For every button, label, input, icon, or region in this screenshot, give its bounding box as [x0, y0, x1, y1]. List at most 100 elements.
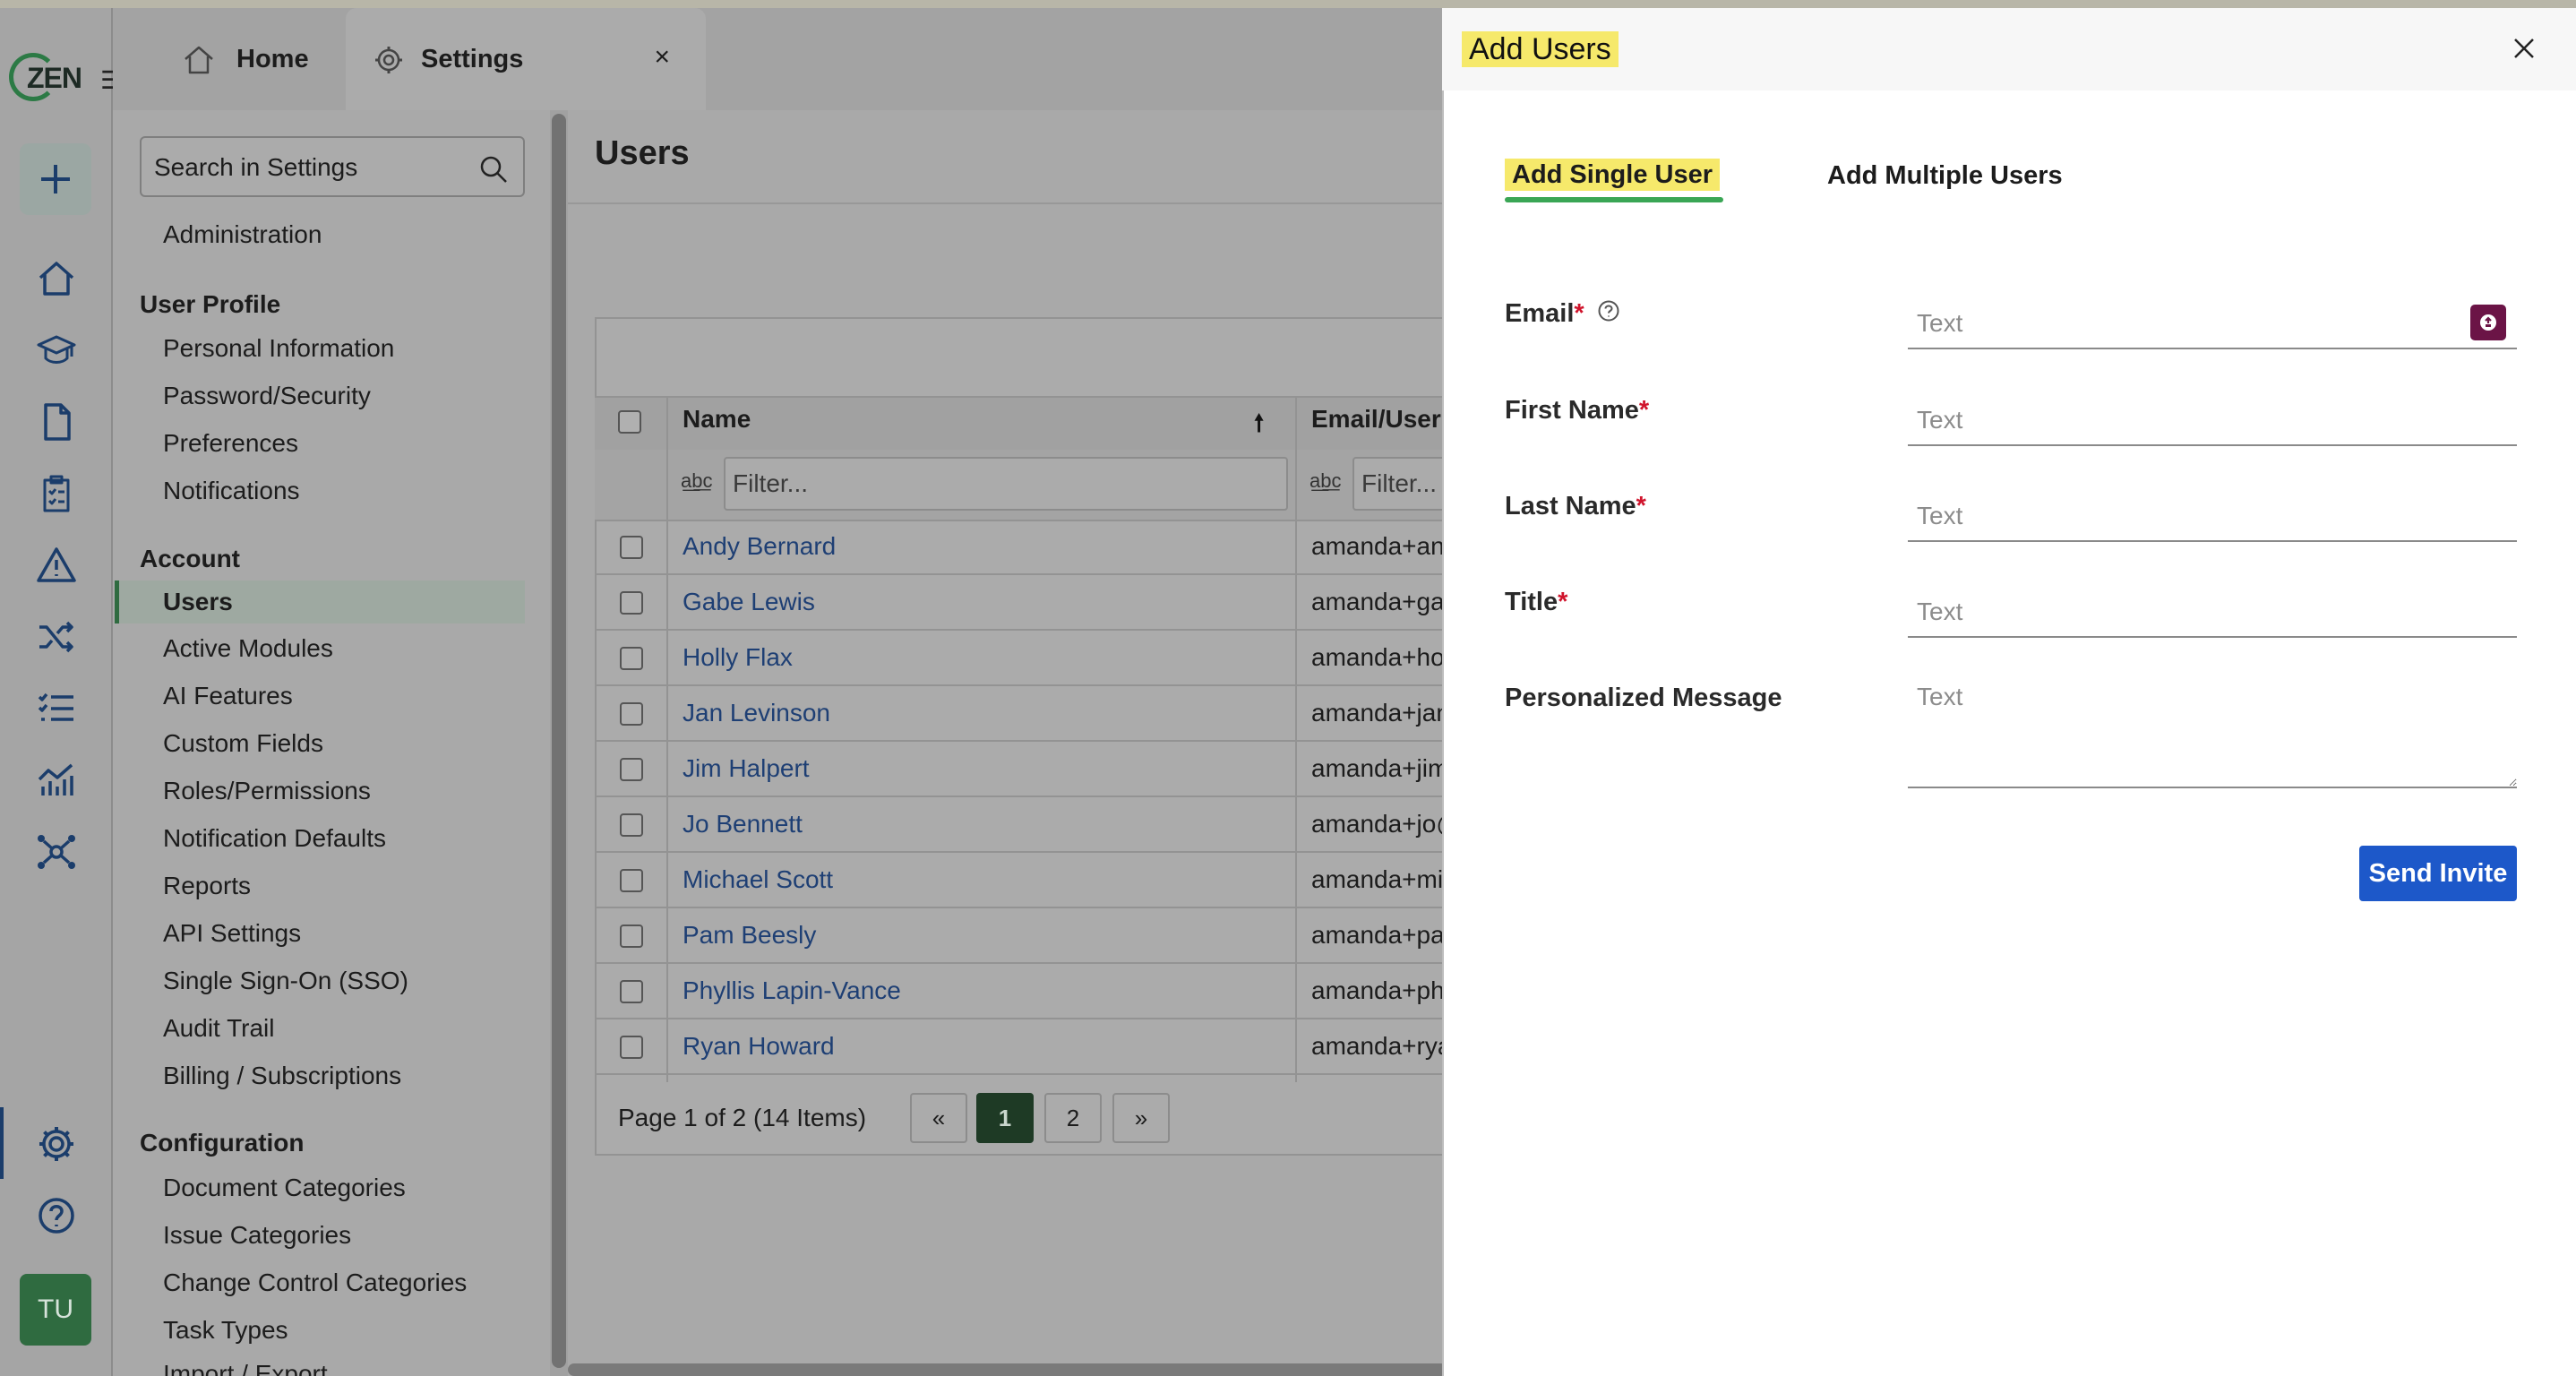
- nav-roles-permissions[interactable]: Roles/Permissions: [163, 777, 371, 805]
- nav-api-settings[interactable]: API Settings: [163, 919, 301, 948]
- user-name-link[interactable]: Gabe Lewis: [683, 588, 815, 616]
- tab-add-single-user[interactable]: Add Single User: [1505, 158, 1720, 192]
- row-checkbox[interactable]: [620, 702, 643, 726]
- row-checkbox[interactable]: [620, 591, 643, 615]
- table-row[interactable]: Pam Beesly amanda+par: [595, 908, 1453, 964]
- name-filter-input[interactable]: [724, 457, 1288, 511]
- nav-document-categories[interactable]: Document Categories: [163, 1174, 406, 1202]
- column-header-email[interactable]: Email/UserI: [1311, 405, 1448, 434]
- tab-close-icon[interactable]: ×: [654, 42, 670, 73]
- nav-billing-subscriptions[interactable]: Billing / Subscriptions: [163, 1062, 401, 1090]
- warning-triangle-icon[interactable]: [34, 543, 79, 588]
- nav-import-export[interactable]: Import / Export: [163, 1360, 328, 1376]
- nav-password-security[interactable]: Password/Security: [163, 382, 371, 410]
- personalized-message-field[interactable]: [1908, 675, 2517, 788]
- select-all-checkbox[interactable]: [618, 410, 641, 434]
- document-icon[interactable]: [34, 400, 79, 444]
- nav-task-types[interactable]: Task Types: [163, 1316, 288, 1345]
- table-row[interactable]: Ryan Howard amanda+rya: [595, 1019, 1451, 1075]
- email-filter-input[interactable]: [1352, 457, 1447, 511]
- nav-users[interactable]: Users: [163, 588, 233, 616]
- user-name-link[interactable]: Jim Halpert: [683, 754, 810, 783]
- nav-change-control-categories[interactable]: Change Control Categories: [163, 1268, 467, 1297]
- pager-page-1[interactable]: 1: [976, 1093, 1034, 1143]
- close-icon[interactable]: [2508, 32, 2540, 64]
- nav-ai-features[interactable]: AI Features: [163, 682, 293, 710]
- pager-prev-button[interactable]: «: [910, 1093, 967, 1143]
- clipboard-checklist-icon[interactable]: [34, 471, 79, 516]
- nav-heading-configuration: Configuration: [140, 1129, 305, 1157]
- text-filter-icon[interactable]: a͟b͟c: [681, 469, 712, 493]
- row-checkbox[interactable]: [620, 813, 643, 837]
- search-icon[interactable]: [478, 154, 509, 189]
- nav-issue-categories[interactable]: Issue Categories: [163, 1221, 351, 1250]
- nav-audit-trail[interactable]: Audit Trail: [163, 1014, 275, 1043]
- user-name-link[interactable]: Pam Beesly: [683, 921, 816, 950]
- table-row[interactable]: Phyllis Lapin-Vance amanda+phy: [595, 964, 1457, 1019]
- pager-page-2[interactable]: 2: [1044, 1093, 1102, 1143]
- help-circle-icon[interactable]: [1597, 299, 1620, 330]
- last-name-field[interactable]: [1908, 492, 2517, 542]
- table-row[interactable]: Jan Levinson amanda+jan: [595, 686, 1450, 742]
- user-name-link[interactable]: Jo Bennett: [683, 810, 803, 838]
- network-hub-icon[interactable]: [34, 830, 79, 874]
- analytics-chart-icon[interactable]: [34, 758, 79, 803]
- row-checkbox[interactable]: [620, 924, 643, 948]
- nav-personal-information[interactable]: Personal Information: [163, 334, 394, 363]
- table-row[interactable]: Jim Halpert amanda+jim: [595, 742, 1448, 797]
- task-list-icon[interactable]: [34, 686, 79, 731]
- create-button[interactable]: [20, 143, 91, 215]
- sidebar-scrollbar[interactable]: [550, 110, 568, 1376]
- sidebar-scrollbar-thumb[interactable]: [552, 114, 566, 1368]
- help-circle-icon[interactable]: [34, 1193, 79, 1238]
- home-icon[interactable]: [34, 256, 79, 301]
- row-checkbox[interactable]: [620, 1036, 643, 1059]
- text-filter-icon[interactable]: a͟b͟c: [1309, 469, 1341, 493]
- table-row[interactable]: Michael Scott amanda+mic: [595, 853, 1455, 908]
- row-checkbox[interactable]: [620, 980, 643, 1003]
- nav-preferences[interactable]: Preferences: [163, 429, 298, 458]
- shuffle-icon[interactable]: [34, 615, 79, 659]
- user-name-link[interactable]: Michael Scott: [683, 865, 833, 894]
- user-name-link[interactable]: Ryan Howard: [683, 1032, 835, 1061]
- user-avatar[interactable]: TU: [20, 1274, 91, 1346]
- table-row[interactable]: Jo Bennett amanda+jo@: [595, 797, 1462, 853]
- sort-ascending-icon[interactable]: 🠕: [1254, 407, 1264, 446]
- settings-search[interactable]: [140, 136, 525, 197]
- home-icon: [183, 44, 215, 83]
- nav-administration[interactable]: Administration: [163, 220, 322, 249]
- title-field[interactable]: [1908, 588, 2517, 638]
- gear-icon[interactable]: [34, 1122, 79, 1166]
- tab-add-multiple-users[interactable]: Add Multiple Users: [1827, 161, 2063, 191]
- zen-logo[interactable]: ZEN: [9, 53, 82, 101]
- nav-notifications[interactable]: Notifications: [163, 477, 300, 505]
- nav-sso[interactable]: Single Sign-On (SSO): [163, 967, 408, 995]
- nav-reports[interactable]: Reports: [163, 872, 251, 900]
- row-checkbox[interactable]: [620, 536, 643, 559]
- password-manager-icon[interactable]: [2470, 305, 2506, 340]
- graduation-cap-icon[interactable]: [34, 328, 79, 373]
- tab-settings[interactable]: Settings ×: [346, 8, 706, 110]
- column-header-name[interactable]: Name: [683, 405, 751, 434]
- user-name-link[interactable]: Phyllis Lapin-Vance: [683, 976, 901, 1005]
- row-checkbox[interactable]: [620, 647, 643, 670]
- table-row[interactable]: Andy Bernard amanda+and: [595, 520, 1458, 575]
- first-name-field[interactable]: [1908, 396, 2517, 446]
- tab-home[interactable]: Home: [170, 8, 349, 110]
- row-checkbox[interactable]: [620, 869, 643, 892]
- drawer-title: Add Users: [1462, 31, 1619, 67]
- table-row[interactable]: Holly Flax amanda+ho: [595, 631, 1447, 686]
- user-name-link[interactable]: Holly Flax: [683, 643, 793, 672]
- send-invite-button[interactable]: Send Invite: [2359, 846, 2517, 901]
- settings-search-input[interactable]: [154, 147, 477, 188]
- nav-notification-defaults[interactable]: Notification Defaults: [163, 824, 386, 853]
- user-name-link[interactable]: Andy Bernard: [683, 532, 836, 561]
- table-row[interactable]: Gabe Lewis amanda+gab: [595, 575, 1458, 631]
- user-name-link[interactable]: Jan Levinson: [683, 699, 830, 727]
- nav-active-modules[interactable]: Active Modules: [163, 634, 333, 663]
- nav-custom-fields[interactable]: Custom Fields: [163, 729, 323, 758]
- email-field[interactable]: [1908, 299, 2517, 349]
- pager-next-button[interactable]: »: [1112, 1093, 1170, 1143]
- row-checkbox[interactable]: [620, 758, 643, 781]
- horizontal-scrollbar[interactable]: [568, 1363, 1447, 1376]
